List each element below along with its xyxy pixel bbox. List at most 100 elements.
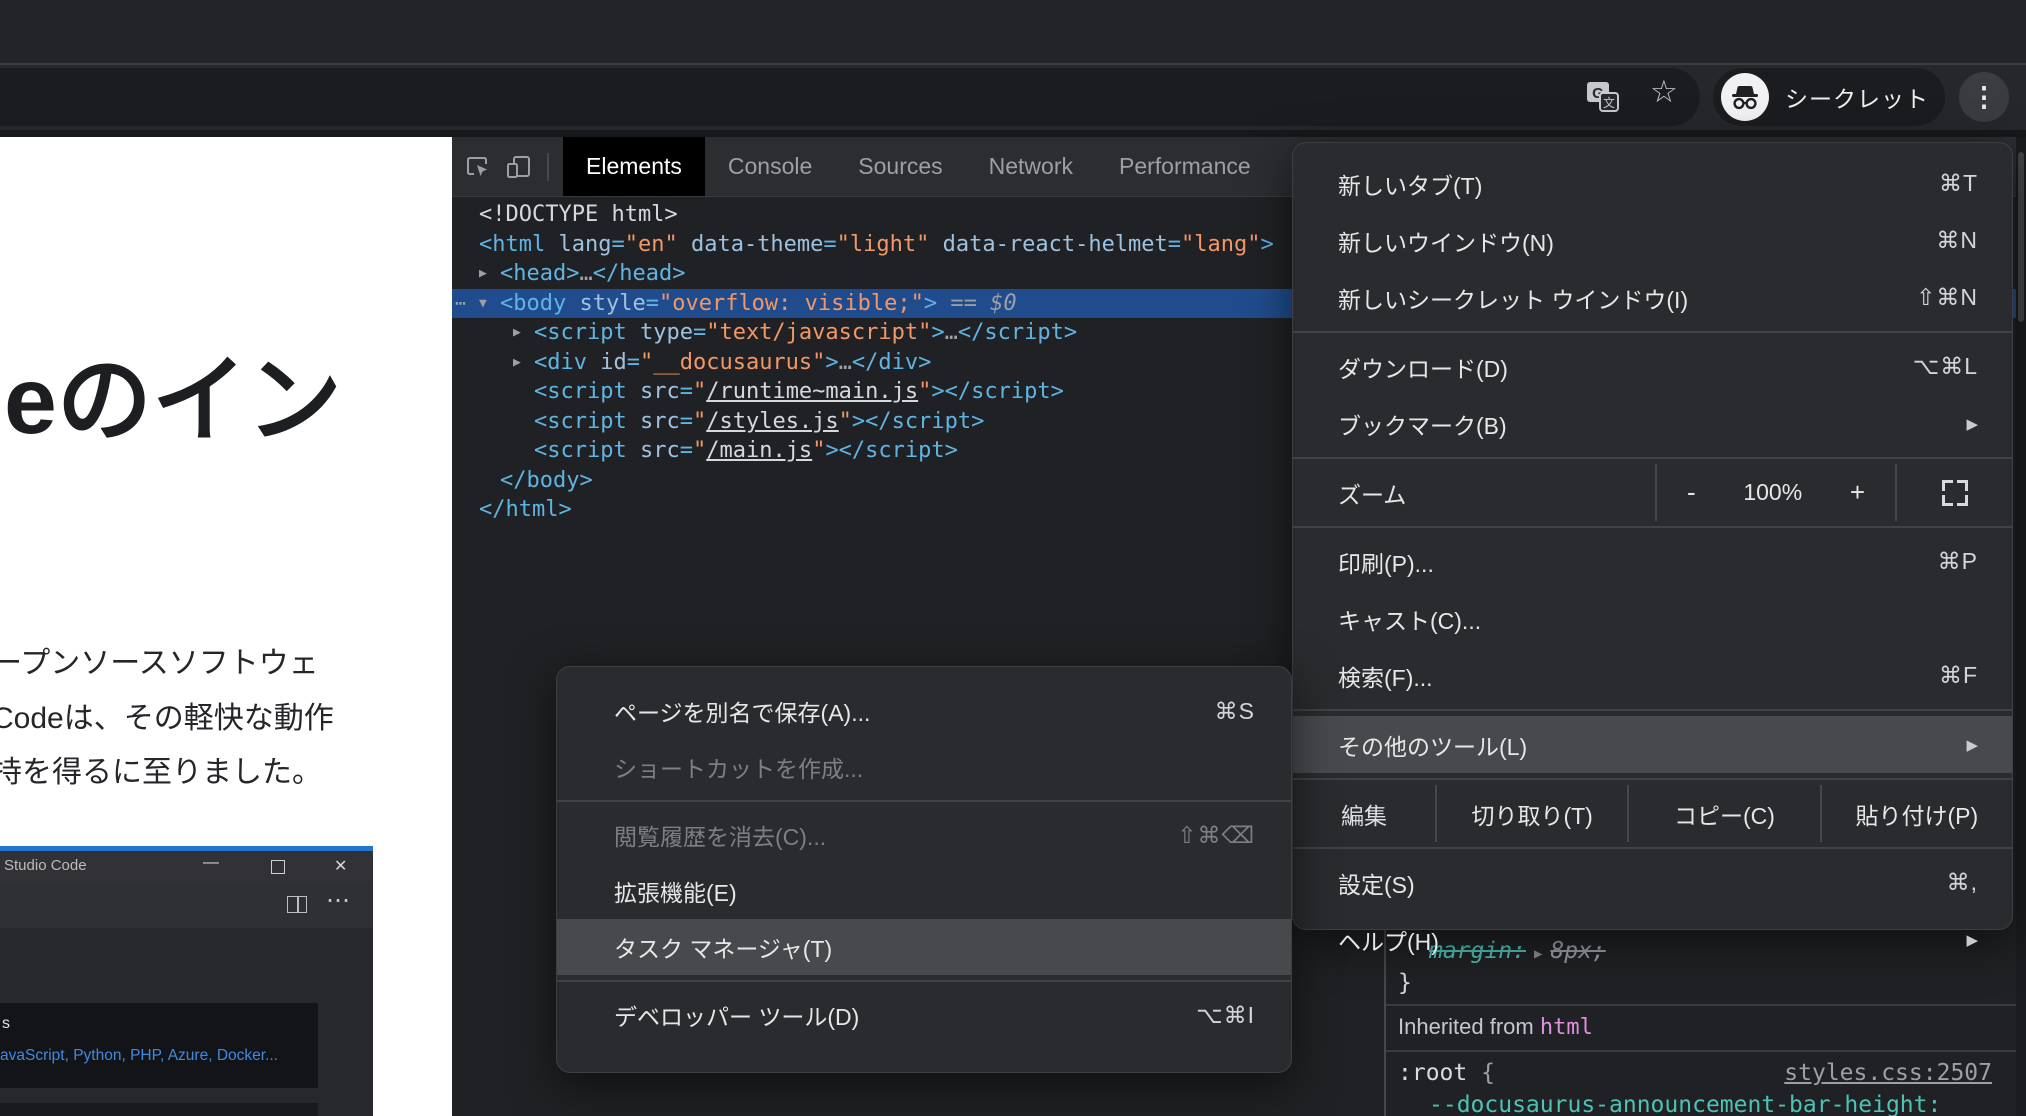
browser-menu-button[interactable]: ⋮ [1959,72,2009,122]
vscode-language-links: avaScript, Python, PHP, Azure, Docker... [0,1047,278,1065]
incognito-label: シークレット [1785,80,1929,114]
main-menu-item-find[interactable]: 検索(F)...⌘F [1293,647,2012,704]
main-menu-item-copy[interactable]: コピー(C) [1629,785,1819,842]
page-content: deのイン ープンソースソフトウェCodeは、その軽快な動作持を得るに至りました… [0,137,452,1116]
section-divider [1386,1050,2016,1052]
expand-arrow-icon[interactable]: ▶ [479,259,500,289]
more-actions-icon: ⋯ [326,886,350,915]
stylesheet-link[interactable]: styles.css:2507 [1784,1058,1992,1088]
menu-item-label: その他のツール(L) [1338,728,1527,762]
main-menu-item-paste[interactable]: 貼り付け(P) [1822,785,2012,842]
vscode-title: Studio Code [4,857,87,874]
device-toolbar-icon[interactable] [506,154,532,180]
context-menu-item-create-shortcut: ショートカットを作成... [557,739,1291,795]
zoom-in-button[interactable]: + [1850,477,1865,508]
menu-item-shortcut: ⌘N [1936,227,1978,254]
main-menu-item-cast[interactable]: キャスト(C)... [1293,590,2012,647]
svg-text:文: 文 [1603,95,1615,110]
main-menu-separator [1293,331,2012,333]
menu-item-shortcut: ⌘S [1215,698,1255,725]
expand-arrow-icon[interactable]: ▶ [513,318,534,348]
address-bar[interactable] [0,68,1700,126]
expand-arrow-icon[interactable]: ▶ [513,348,534,378]
rule-close-brace: } [1398,968,1412,998]
node-actions-icon[interactable]: ⋯ [455,289,464,319]
main-menu-item-zoom: ズーム - 100% + [1293,464,2012,521]
zoom-level: 100% [1743,479,1802,506]
context-menu-item-save-page-as[interactable]: ページを別名で保存(A)... ⌘S [557,683,1291,739]
main-menu-separator [1293,778,2012,780]
browser-main-menu: 新しいタブ(T)⌘T新しいウインドウ(N)⌘N新しいシークレット ウインドウ(I… [1292,142,2013,930]
vscode-screenshot: Studio Code — ✕ ⋯ s avaScript, Python, P… [0,846,373,1116]
close-icon: ✕ [334,856,347,876]
menu-item-shortcut: ⌘, [1947,869,1978,896]
zoom-out-button[interactable]: - [1687,477,1696,508]
context-menu-item-task-manager[interactable]: タスク マネージャ(T) [557,919,1291,975]
main-menu-item-bookmarks[interactable]: ブックマーク(B)▶ [1293,395,2012,452]
devtools-tab-performance[interactable]: Performance [1096,137,1274,196]
bookmark-star-icon[interactable]: ☆ [1650,76,1678,107]
minimize-icon: — [203,854,219,872]
fullscreen-button[interactable] [1897,464,2012,521]
menu-item-label: 検索(F)... [1338,659,1433,693]
main-menu-item-print[interactable]: 印刷(P)... ⌘P [1293,533,2012,590]
main-menu-item-edit: 編集切り取り(T)コピー(C)貼り付け(P) [1293,785,2012,842]
submenu-arrow-icon: ▶ [1966,736,1978,754]
main-menu-item-cut[interactable]: 切り取り(T) [1437,785,1627,842]
page-paragraph-line: ープンソースソフトウェ [0,637,334,692]
menu-item-shortcut: ⇧⌘⌫ [1177,822,1255,849]
menu-item-label: タスク マネージャ(T) [614,930,832,964]
page-paragraph-line: Codeは、その軽快な動作 [0,692,334,747]
vscode-partial-text: s [2,1015,10,1033]
main-menu-item-new-tab[interactable]: 新しいタブ(T)⌘T [1293,155,2012,212]
devtools-tab-elements[interactable]: Elements [563,137,705,196]
inherited-selector[interactable]: html [1540,1015,1593,1040]
maximize-icon [271,860,285,874]
devtools-scrollbar[interactable] [2016,137,2026,1116]
devtools-tab-network[interactable]: Network [966,137,1096,196]
menu-item-shortcut: ⌥⌘I [1196,1002,1255,1029]
zoom-label: ズーム [1338,476,1406,510]
menu-item-label: ページを別名で保存(A)... [614,694,870,728]
main-menu-item-more-tools[interactable]: その他のツール(L) ▶ [1293,716,2012,773]
menu-item-label: 設定(S) [1338,866,1415,900]
menu-item-shortcut: ⌘P [1938,548,1978,575]
vscode-editor-body: s avaScript, Python, PHP, Azure, Docker.… [0,928,373,1116]
section-divider [1386,1004,2016,1006]
inherited-from-header: Inherited from html [1398,1012,1593,1042]
translate-icon[interactable]: G 文 [1586,81,1620,118]
page-paragraph: ープンソースソフトウェCodeは、その軽快な動作持を得るに至りました。 [0,637,334,801]
devtools-tabs: ElementsConsoleSourcesNetworkPerformance [563,137,1274,196]
css-variable-declaration[interactable]: --docusaurus-announcement-bar-height: [1429,1090,1941,1116]
context-menu-item-developer-tools[interactable]: デベロッパー ツール(D) ⌥⌘I [557,987,1291,1043]
menu-item-label: ダウンロード(D) [1338,350,1508,384]
main-menu-item-new-incognito-window[interactable]: 新しいシークレット ウインドウ(I)⇧⌘N [1293,269,2012,326]
menu-item-label: ショートカットを作成... [614,750,863,784]
context-menu-item-extensions[interactable]: 拡張機能(E) [557,863,1291,919]
menu-item-label: 印刷(P)... [1338,545,1434,579]
devtools-tab-console[interactable]: Console [705,137,835,196]
inspect-element-icon[interactable] [465,154,491,180]
scrollbar-thumb[interactable] [2018,152,2024,322]
fullscreen-icon [1942,480,1968,506]
vscode-editor-toolbar: ⋯ [0,882,373,928]
main-menu-item-new-window[interactable]: 新しいウインドウ(N)⌘N [1293,212,2012,269]
edit-label: 編集 [1293,785,1435,842]
submenu-arrow-icon: ▶ [1966,415,1978,433]
css-rule-root[interactable]: :root { styles.css:2507 [1398,1058,2006,1088]
context-menu-separator [557,980,1291,982]
collapse-arrow-icon[interactable]: ▼ [479,289,500,319]
context-menu-item-clear-browsing-data: 閲覧履歴を消去(C)...⇧⌘⌫ [557,807,1291,863]
main-menu-item-downloads[interactable]: ダウンロード(D)⌥⌘L [1293,338,2012,395]
page-paragraph-line: 持を得るに至りました。 [0,746,334,801]
more-tools-submenu: ページを別名で保存(A)... ⌘S ショートカットを作成... 閲覧履歴を消去(C)… [556,666,1292,1073]
vscode-welcome-panel: s avaScript, Python, PHP, Azure, Docker.… [0,1003,318,1088]
vscode-titlebar: Studio Code — ✕ [0,851,373,882]
main-menu-item-help[interactable]: ヘルプ(H)▶ [1293,911,2012,968]
main-menu-separator [1293,457,2012,459]
menu-item-label: デベロッパー ツール(D) [614,998,859,1032]
main-menu-separator [1293,709,2012,711]
incognito-icon [1721,73,1769,121]
devtools-tab-sources[interactable]: Sources [835,137,965,196]
main-menu-item-settings[interactable]: 設定(S) ⌘, [1293,854,2012,911]
